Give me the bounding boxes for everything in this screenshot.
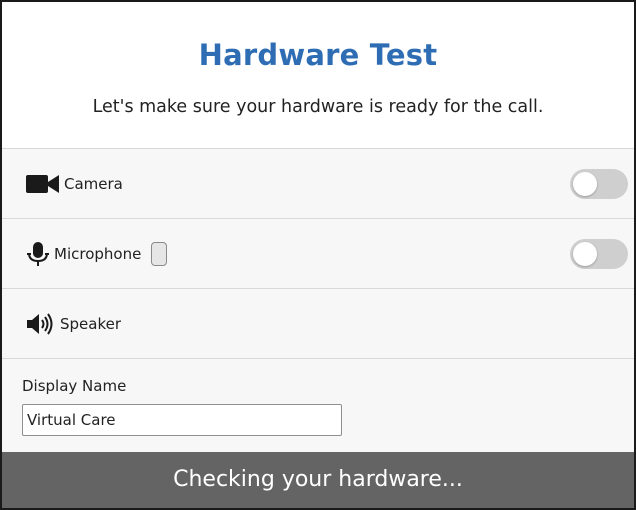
microphone-toggle[interactable]	[570, 239, 628, 269]
hardware-test-dialog: Hardware Test Let's make sure your hardw…	[0, 0, 636, 510]
camera-toggle[interactable]	[570, 169, 628, 199]
page-subtitle: Let's make sure your hardware is ready f…	[92, 97, 544, 117]
device-row-microphone: Microphone	[2, 218, 634, 288]
device-row-speaker: Speaker	[2, 288, 634, 358]
display-name-label: Display Name	[22, 377, 127, 395]
speaker-label: Speaker	[60, 314, 122, 333]
status-bar: Checking your hardware...	[2, 452, 634, 508]
microphone-level-meter	[151, 241, 168, 266]
page-title: Hardware Test	[198, 38, 438, 72]
microphone-label: Microphone	[54, 244, 142, 263]
video-camera-icon	[26, 173, 60, 195]
device-list: Camera Microphone Speaker	[2, 148, 634, 358]
dialog-header: Hardware Test Let's make sure your hardw…	[2, 2, 634, 148]
speaker-icon	[26, 312, 56, 336]
microphone-icon	[26, 241, 50, 267]
device-row-camera: Camera	[2, 148, 634, 218]
display-name-section: Display Name	[2, 358, 634, 454]
camera-label: Camera	[64, 174, 123, 193]
camera-toggle-knob	[573, 172, 597, 196]
microphone-toggle-knob	[573, 242, 597, 266]
display-name-input[interactable]	[22, 404, 342, 436]
